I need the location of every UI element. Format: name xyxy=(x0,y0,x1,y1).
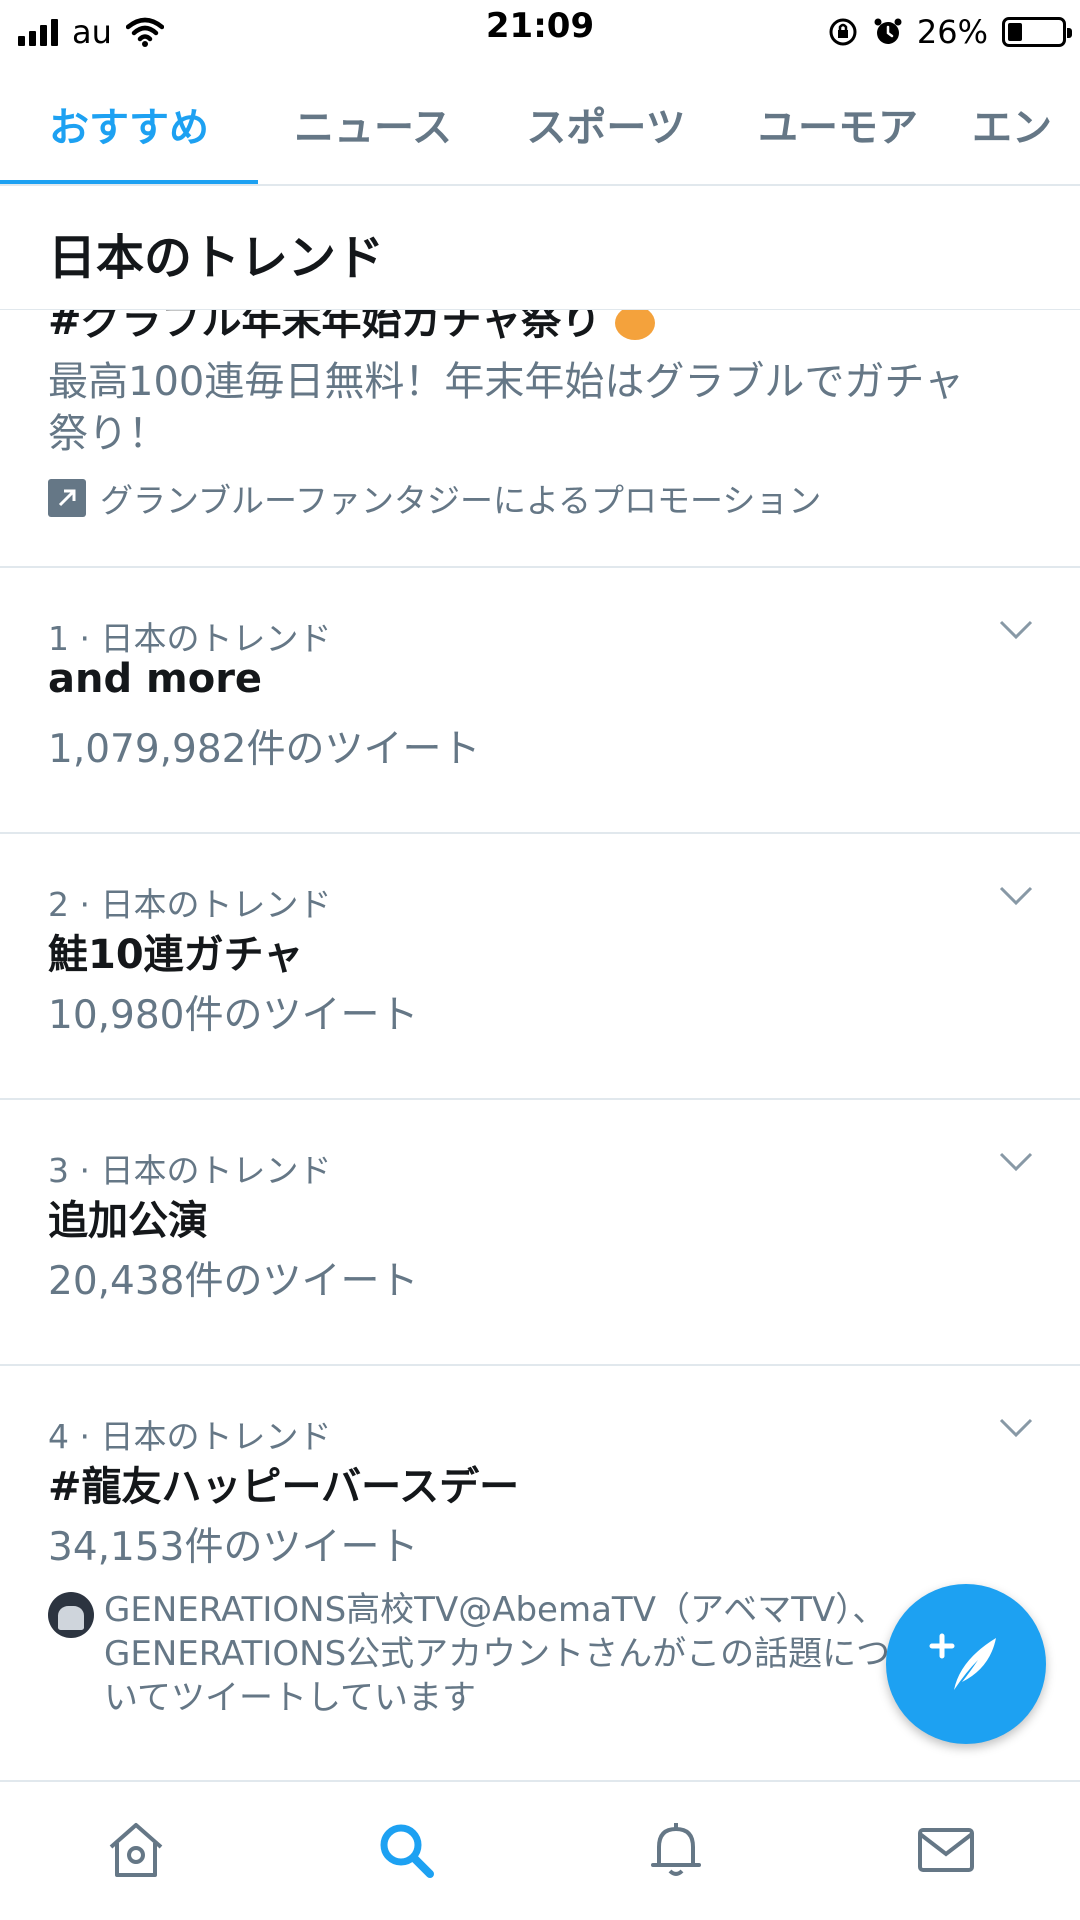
battery-level xyxy=(1008,23,1022,41)
nav-home[interactable] xyxy=(96,1810,176,1890)
home-icon xyxy=(109,1823,163,1877)
notifications-icon xyxy=(651,1823,701,1876)
trend-tweet-count: 20,438件のツイート xyxy=(48,1259,419,1304)
trend-rank: 2 · 日本のトレンド xyxy=(48,885,332,924)
section-title: 日本のトレンド xyxy=(48,230,385,286)
battery-percent: 26% xyxy=(916,13,988,51)
tab-entertainment[interactable]: エン xyxy=(972,64,1080,184)
trend-tweet-count: 10,980件のツイート xyxy=(48,993,419,1038)
promoted-trend[interactable]: #グラブル年末年始ガチャ祭り 最高100連毎日無料！年末年始はグラブルでガチャ祭… xyxy=(0,310,1080,568)
promoted-arrow-icon xyxy=(48,479,86,517)
tab-recommended[interactable]: おすすめ xyxy=(0,64,258,184)
trend-item[interactable]: 3 · 日本のトレンド 追加公演 20,438件のツイート xyxy=(0,1100,1080,1366)
trend-name: 追加公演 xyxy=(48,1198,208,1244)
search-icon xyxy=(380,1824,434,1878)
trend-rank: 4 · 日本のトレンド xyxy=(48,1417,332,1456)
chevron-down-icon[interactable] xyxy=(994,608,1038,652)
orientation-lock-icon xyxy=(829,18,857,46)
tab-humor[interactable]: ユーモア xyxy=(728,64,948,184)
status-bar: au 21:09 26% xyxy=(0,0,1080,64)
trend-item[interactable]: 2 · 日本のトレンド 鮭10連ガチャ 10,980件のツイート xyxy=(0,834,1080,1100)
tiger-emoji-icon xyxy=(615,310,656,340)
messages-icon xyxy=(918,1828,974,1872)
trend-name: #龍友ハッピーバースデー xyxy=(48,1464,520,1510)
nav-notifications[interactable] xyxy=(636,1810,716,1890)
alarm-icon xyxy=(874,18,902,44)
promoted-hashtag: #グラブル年末年始ガチャ祭り xyxy=(48,310,602,344)
trend-item[interactable]: 1 · 日本のトレンド and more 1,079,982件のツイート xyxy=(0,568,1080,834)
avatar xyxy=(48,1592,94,1638)
promoted-by-label: グランブルーファンタジーによるプロモーション xyxy=(100,481,822,520)
trend-name: and more xyxy=(48,656,263,702)
bottom-navigation xyxy=(0,1780,1080,1920)
trend-context-text: GENERATIONS高校TV@AbemaTV（アベマTV）、GENERATIO… xyxy=(104,1590,891,1718)
trend-tweet-count: 1,079,982件のツイート xyxy=(48,727,481,772)
battery-nub xyxy=(1067,28,1072,38)
promoted-trend-tag: #グラブル年末年始ガチャ祭り xyxy=(48,310,656,346)
tab-sports[interactable]: スポーツ xyxy=(496,64,716,184)
trend-name: 鮭10連ガチャ xyxy=(48,932,304,978)
nav-search[interactable] xyxy=(366,1810,446,1890)
explore-tabs: おすすめ ニュース スポーツ ユーモア エン xyxy=(0,64,1080,186)
promoted-description: 最高100連毎日無料！年末年始はグラブルでガチャ祭り！ xyxy=(48,359,964,457)
chevron-down-icon[interactable] xyxy=(994,874,1038,918)
compose-feather-icon xyxy=(929,1633,996,1690)
chevron-down-icon[interactable] xyxy=(994,1406,1038,1450)
status-right: 26% xyxy=(827,10,1072,54)
chevron-down-icon[interactable] xyxy=(994,1140,1038,1184)
trend-rank: 3 · 日本のトレンド xyxy=(48,1151,332,1190)
nav-messages[interactable] xyxy=(906,1810,986,1890)
battery-icon xyxy=(1002,17,1072,47)
tab-news[interactable]: ニュース xyxy=(268,64,478,184)
trend-rank: 1 · 日本のトレンド xyxy=(48,619,332,658)
promoted-by: グランブルーファンタジーによるプロモーション xyxy=(48,474,821,522)
compose-tweet-button[interactable] xyxy=(886,1584,1046,1744)
section-header: 日本のトレンド xyxy=(0,186,1080,310)
trend-tweet-count: 34,153件のツイート xyxy=(48,1525,419,1570)
